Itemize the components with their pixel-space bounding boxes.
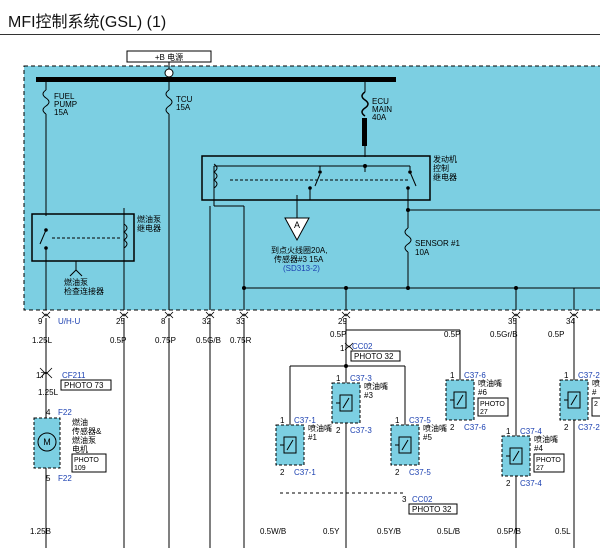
injector-pin-top: 1 xyxy=(395,416,400,425)
injector-5: 1 C37-52 C37-5喷油嘴#5 xyxy=(390,416,447,477)
pin-number: 8 xyxy=(161,317,166,326)
wire-mid-1: 1.25L xyxy=(38,388,59,397)
pin-wire-label: 0.75P xyxy=(155,336,176,345)
pin-wire-label: 0.5P xyxy=(548,330,564,339)
cc02-bot-photo[interactable]: PHOTO 32 xyxy=(412,505,452,514)
pin-wire-label: 0.5Gr/B xyxy=(490,330,518,339)
pin-signal: U/H-U xyxy=(58,317,80,326)
injector-pin-bot: 2 xyxy=(336,426,341,435)
pin-number: 9 xyxy=(38,317,43,326)
injector-1: 1 C37-12 C37-1喷油嘴#1 xyxy=(275,416,332,477)
fuse-sensor1-name: SENSOR #1 xyxy=(415,239,460,248)
injectors-group: 1 C37-32 C37-3喷油嘴#31 C37-12 C37-1喷油嘴#11 C37-5… xyxy=(275,371,600,488)
bottom-wire-row: 1.25B 0.5W/B 0.5Y 0.5Y/B 0.5L/B 0.5P/B 0.5L xyxy=(30,527,571,536)
cc02-bot-pin: 3 xyxy=(402,495,407,504)
injector-label: 喷油嘴#4 xyxy=(534,434,558,453)
f22-top-name: F22 xyxy=(58,408,72,417)
bottom-wire-label: 0.5Y xyxy=(323,527,340,536)
injector-photo: 2 xyxy=(594,401,598,408)
bottom-wire-label: 0.5L xyxy=(555,527,571,536)
injector-conn-bot: C37-3 xyxy=(350,426,372,435)
wiring-diagram: +B 电源 FUEL PUMP 15A TCU 15A ECU MAIN 40A 发动机… xyxy=(23,50,600,548)
cc02-top-pin: 1 xyxy=(340,344,345,353)
power-node xyxy=(164,68,174,78)
injector-2: 1 C37-22 C37-2喷#2 xyxy=(559,371,600,432)
injector-label: 喷油嘴#1 xyxy=(308,423,332,442)
injector-pin-top: 1 xyxy=(506,427,511,436)
pin-wire-label: 0.5P xyxy=(110,336,126,345)
injector-conn-bot: C37-6 xyxy=(464,423,486,432)
injector-conn-bot: C37-2 xyxy=(578,423,600,432)
bottom-wire-label: 0.5Y/B xyxy=(377,527,401,536)
injector-pin-top: 1 xyxy=(564,371,569,380)
power-busbar xyxy=(36,77,396,82)
cf211-name: CF211 xyxy=(62,371,86,380)
bottom-wire-label: 1.25B xyxy=(30,527,51,536)
injector-4: 1 C37-42 C37-4喷油嘴#4PHOTO 27 xyxy=(501,427,565,488)
pin-wire-label: 1.25L xyxy=(32,336,53,345)
injector-3: 1 C37-32 C37-3喷油嘴#3 xyxy=(331,374,388,435)
injector-label: 喷油嘴#5 xyxy=(423,423,447,442)
injector-6: 1 C37-62 C37-6喷油嘴#6PHOTO 27 xyxy=(445,371,509,432)
ref-a-text1: 到点火线圈20A, xyxy=(271,245,327,255)
cc02-top-name: CC02 xyxy=(352,342,373,351)
cf211-photo[interactable]: PHOTO 73 xyxy=(64,381,104,390)
injector-label: 喷油嘴#6 xyxy=(478,378,502,397)
ref-a-link[interactable]: (SD313-2) xyxy=(283,264,320,273)
pin-wire-label: 0.5G/B xyxy=(196,336,221,345)
injector-pin-bot: 2 xyxy=(395,468,400,477)
injector-pin-bot: 2 xyxy=(280,468,285,477)
pin-wire-label: 0.75R xyxy=(230,336,252,345)
fuse-tcu-rating: 15A xyxy=(176,103,191,112)
injector-label: 喷油嘴#3 xyxy=(364,381,388,400)
cc02-bot-name: CC02 xyxy=(412,495,433,504)
f22-bot-pin: 5 xyxy=(46,474,51,483)
f22-bot-name: F22 xyxy=(58,474,72,483)
injector-conn-bot: C37-1 xyxy=(294,468,316,477)
injector-pin-top: 1 xyxy=(450,371,455,380)
ref-a-text2: 传感器#3 15A xyxy=(274,254,324,264)
pin-terminal-icon xyxy=(164,311,174,319)
fuel-motor-label: 燃油传感器&燃油泵电机 xyxy=(72,417,102,454)
injector-label: 喷# xyxy=(592,378,600,397)
fuel-pump-relay-label: 燃油泵继电器 xyxy=(137,214,161,233)
wire-mid-0: 0.5P xyxy=(330,330,346,339)
injector-conn-bot: C37-5 xyxy=(409,468,431,477)
pin-terminal-icon xyxy=(41,311,51,319)
injector-conn-bot: C37-4 xyxy=(520,479,542,488)
injector-pin-bot: 2 xyxy=(506,479,511,488)
bottom-wire-label: 0.5L/B xyxy=(437,527,460,536)
injector-pin-bot: 2 xyxy=(564,423,569,432)
ref-a-letter: A xyxy=(294,220,300,230)
injector-pin-bot: 2 xyxy=(450,423,455,432)
pin-row: 9 U/H-U1.25L250.5P80.75P320.5G/B330.75R29… xyxy=(32,311,579,548)
bottom-wire-label: 0.5W/B xyxy=(260,527,286,536)
diagram-stage: MFI控制系统(GSL) (1) +B 电源 FUEL PUMP 15A TCU 1… xyxy=(0,0,600,553)
power-label: +B 电源 xyxy=(155,52,183,62)
fuse-sensor1-rating: 10A xyxy=(415,248,430,257)
injector-pin-top: 1 xyxy=(280,416,285,425)
bottom-wire-label: 0.5P/B xyxy=(497,527,521,536)
wire-mid-2: 0.5P xyxy=(444,330,460,339)
cc02-top-photo[interactable]: PHOTO 32 xyxy=(354,352,394,361)
motor-symbol: M xyxy=(43,437,51,447)
injector-pin-top: 1 xyxy=(336,374,341,383)
f22-top-pin: 4 xyxy=(46,408,51,417)
ecm-module-box xyxy=(23,65,600,311)
